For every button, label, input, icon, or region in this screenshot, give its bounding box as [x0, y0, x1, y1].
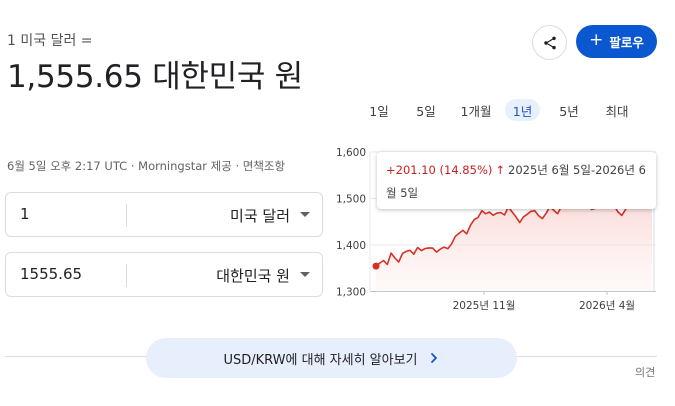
- y-tick-1600: 1,600: [336, 147, 366, 159]
- share-icon: [543, 36, 556, 49]
- from-currency-select[interactable]: 미국 달러: [230, 205, 290, 226]
- source-meta: 6월 5일 오후 2:17 UTC · Morningstar 제공 · 면책조…: [7, 159, 286, 173]
- follow-button[interactable]: + 팔로우: [576, 25, 657, 58]
- learn-more-label: USD/KRW에 대해 자세히 알아보기: [223, 352, 418, 368]
- range-tab-max[interactable]: 최대: [599, 99, 635, 121]
- from-converter-row: 1 미국 달러: [5, 192, 323, 237]
- y-tick-1400: 1,400: [336, 240, 366, 252]
- chevron-down-icon[interactable]: [300, 272, 310, 277]
- conversion-subtitle: 1 미국 달러 =: [7, 33, 93, 49]
- share-button[interactable]: [532, 25, 567, 60]
- x-tick-nov: 2025년 11월: [453, 300, 516, 312]
- range-tab-5d[interactable]: 5일: [411, 99, 441, 121]
- range-tab-1d[interactable]: 1일: [364, 99, 394, 121]
- y-tick-1500: 1,500: [336, 194, 366, 206]
- chevron-right-icon: [430, 353, 437, 363]
- range-tab-5y[interactable]: 5년: [554, 99, 584, 121]
- range-tab-1y[interactable]: 1년: [505, 99, 540, 121]
- arrow-up-icon: ↑: [495, 163, 505, 177]
- feedback-link[interactable]: 의견: [635, 364, 655, 380]
- learn-more-button[interactable]: USD/KRW에 대해 자세히 알아보기: [146, 338, 517, 378]
- to-currency-select[interactable]: 대한민국 원: [216, 265, 290, 286]
- plus-icon: +: [589, 30, 604, 50]
- converted-value: 1,555.65 대한민국 원: [7, 59, 303, 95]
- chevron-down-icon[interactable]: [300, 212, 310, 217]
- to-converter-row: 1555.65 대한민국 원: [5, 252, 323, 297]
- tooltip-change: +201.10 (14.85%): [386, 163, 493, 177]
- range-tab-1m[interactable]: 1개월: [454, 99, 498, 121]
- follow-label: 팔로우: [609, 35, 644, 50]
- x-tick-apr: 2026년 4월: [579, 300, 635, 312]
- converter-divider: [126, 264, 127, 287]
- converter-divider: [126, 204, 127, 227]
- y-tick-1300: 1,300: [336, 287, 366, 299]
- to-amount-input[interactable]: 1555.65: [20, 265, 82, 283]
- from-amount-input[interactable]: 1: [20, 205, 30, 223]
- start-point-marker: [372, 262, 380, 270]
- chart-tooltip: +201.10 (14.85%) ↑ 2025년 6월 5일-2026년 6월 5일: [377, 152, 656, 209]
